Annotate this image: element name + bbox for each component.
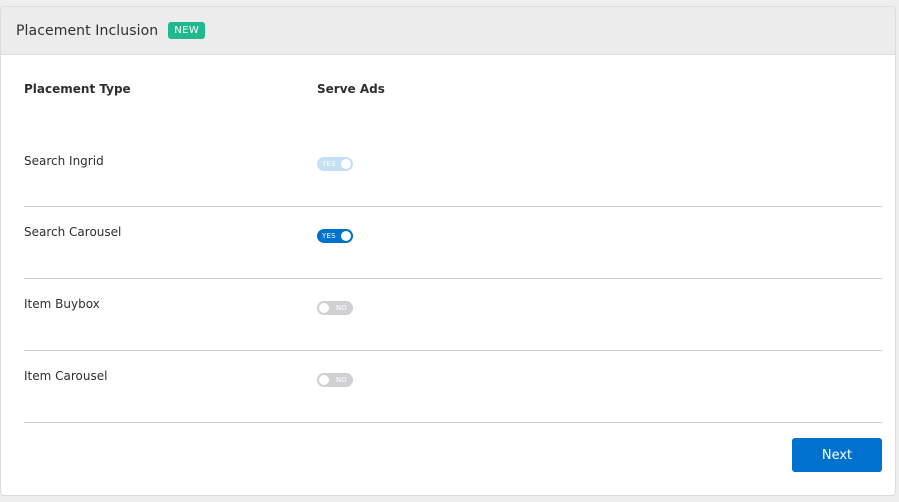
toggle-knob [319, 375, 329, 385]
new-badge: NEW [168, 22, 206, 39]
placement-type-label: Search Ingrid [24, 154, 104, 168]
placement-type-label: Item Buybox [24, 297, 100, 311]
serve-ads-toggle-item-buybox[interactable]: NO [317, 301, 353, 315]
serve-ads-toggle-item-carousel[interactable]: NO [317, 373, 353, 387]
toggle-no-text: NO [335, 376, 347, 384]
toggle-knob [341, 159, 351, 169]
serve-ads-toggle-search-carousel[interactable]: YES [317, 229, 353, 243]
toggle-no-text: NO [335, 304, 347, 312]
placement-type-label: Search Carousel [24, 225, 122, 239]
placement-row-item-carousel: Item Carousel NO [24, 351, 882, 423]
column-header-placement-type: Placement Type [24, 82, 131, 96]
placement-row-item-buybox: Item Buybox NO [24, 279, 882, 351]
next-button[interactable]: Next [792, 438, 882, 472]
page-title: Placement Inclusion [16, 22, 159, 39]
toggle-knob [319, 303, 329, 313]
table-header: Placement Type Serve Ads [24, 82, 882, 102]
placement-type-label: Item Carousel [24, 369, 108, 383]
placement-row-search-carousel: Search Carousel YES [24, 207, 882, 279]
placement-row-search-ingrid: Search Ingrid YES [24, 143, 882, 215]
toggle-yes-text: YES [322, 160, 336, 168]
serve-ads-toggle-search-ingrid[interactable]: YES [317, 157, 353, 171]
column-header-serve-ads: Serve Ads [317, 82, 385, 96]
toggle-yes-text: YES [322, 232, 336, 240]
card-header: Placement Inclusion NEW [1, 7, 895, 55]
toggle-knob [341, 231, 351, 241]
